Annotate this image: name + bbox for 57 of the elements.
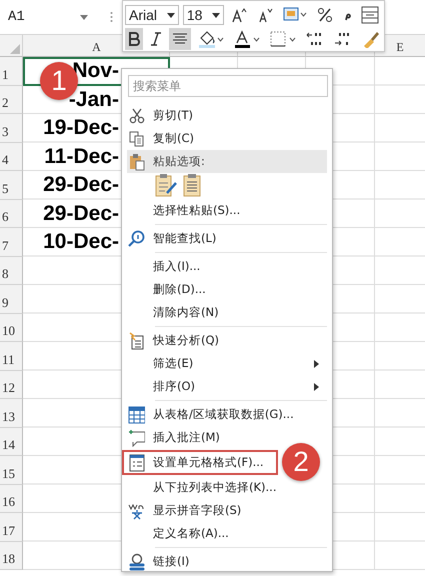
menu-item[interactable]: 剪切(T) [127,104,327,127]
menu-item[interactable]: 从表格/区域获取数据(G)... [127,403,327,426]
menu-section-header: 粘贴选项: [127,150,327,173]
menu-item[interactable]: 筛选(E) [127,352,327,375]
column-header[interactable]: A [92,40,101,56]
more-icon[interactable] [110,11,113,23]
paste-formatting-icon[interactable] [155,173,177,197]
menu-item[interactable]: 选择性粘贴(S)... [127,199,327,222]
menu-item[interactable]: 定义名称(A)... [127,522,327,545]
cell-reference: A1 [8,9,25,25]
menu-item[interactable]: 排序(O) [127,375,327,398]
row-header[interactable]: 3 [0,114,23,142]
dropdown-icon[interactable] [212,12,220,18]
magnifier-icon [128,230,145,248]
menu-item[interactable]: 复制(C) [127,127,327,150]
row-header[interactable]: 6 [0,200,23,228]
menu-item[interactable]: 删除(D)... [127,278,327,301]
column-header[interactable]: E [396,40,404,56]
name-box[interactable]: A1 [4,6,92,28]
step-badge: 2 [282,443,320,481]
align-center-icon[interactable] [169,28,191,50]
bold-icon[interactable] [125,28,143,50]
row-header[interactable]: 4 [0,142,23,171]
row-header[interactable]: 11 [0,342,23,370]
dropdown-icon[interactable] [166,12,175,18]
row-header[interactable]: 14 [0,428,23,456]
menu-item[interactable]: 插入(I)... [127,255,327,278]
row-header[interactable]: 18 [0,542,23,570]
font-size-dropdown[interactable]: 18 [182,5,224,25]
table-icon [128,406,145,424]
format-cells-icon [128,454,145,472]
menu-item[interactable]: 显示拼音字段(S) [127,499,327,522]
row-header[interactable]: 8 [0,256,23,285]
comment-icon [128,428,145,446]
row-header[interactable]: 12 [0,370,23,399]
copy-icon [128,130,145,148]
menu-item[interactable]: 快速分析(Q) [127,329,327,352]
clipboard-icon [128,152,145,170]
quick-analysis-icon [128,332,145,350]
row-header[interactable]: 13 [0,399,23,428]
row-header[interactable]: 16 [0,484,23,513]
search-field[interactable]: 搜索菜单 [128,75,328,97]
row-header[interactable]: 9 [0,285,23,314]
menu-item[interactable]: 清除内容(N) [127,301,327,324]
scissors-icon [128,106,145,124]
menu-item[interactable]: 链接(I) [127,550,327,573]
paste-icon[interactable] [183,173,201,197]
row-header[interactable]: 2 [0,86,23,114]
row-header[interactable]: 5 [0,171,23,200]
row-header[interactable]: 17 [0,513,23,542]
row-header[interactable]: 10 [0,314,23,342]
font-dropdown[interactable]: Arial [125,5,179,25]
row-header[interactable]: 15 [0,456,23,484]
pinyin-icon [128,502,145,520]
row-header[interactable]: 7 [0,228,23,256]
row-header[interactable]: 1 [0,57,23,86]
menu-item[interactable]: 智能查找(L) [127,227,327,250]
